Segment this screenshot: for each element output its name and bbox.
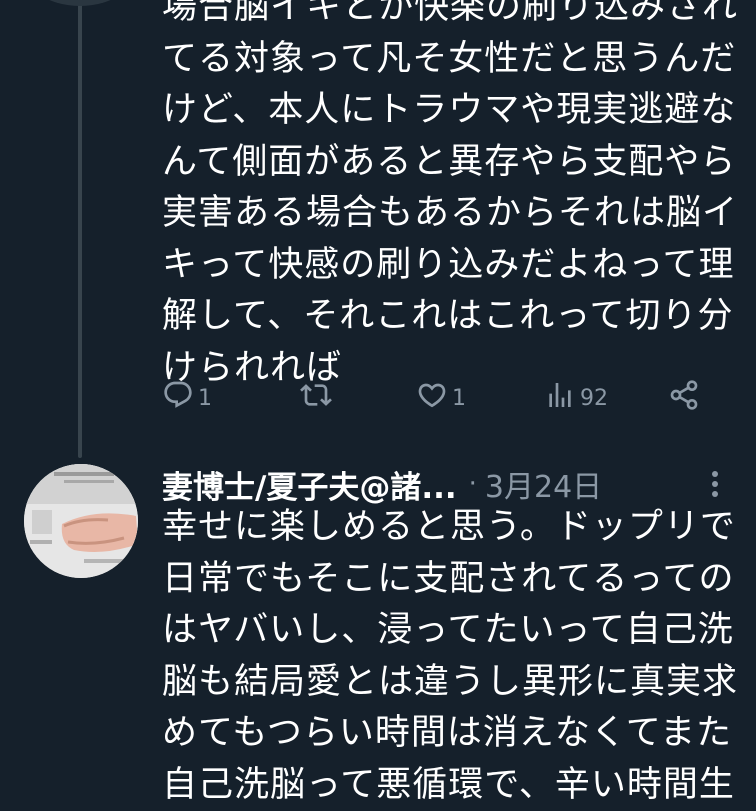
tweet-text-line: 実害ある場合もあるからそれは脳イ	[162, 188, 742, 240]
avatar-image	[24, 464, 138, 578]
heart-icon	[416, 379, 448, 417]
header-separator: ·	[469, 469, 477, 499]
tweet-text-line: 自己洗脳って悪循環で、辛い時間生	[162, 760, 742, 811]
retweet-button[interactable]	[300, 376, 336, 420]
tweet-text-line: てる対象って凡そ女性だと思うんだ	[162, 34, 742, 86]
like-count: 1	[452, 386, 466, 411]
tweet-text-line: 幸せに楽しめると思う。ドップリで	[162, 502, 742, 554]
avatar[interactable]	[20, 0, 140, 6]
tweet-header: 妻博士/夏子夫@諸... · 3月24日	[162, 461, 742, 507]
views-icon	[544, 379, 576, 417]
reply-button[interactable]: 1	[162, 376, 212, 420]
like-button[interactable]: 1	[416, 376, 466, 420]
tweet-text-line: めてもつらい時間は消えなくてまた	[162, 708, 742, 760]
tweet-text-line: 場合脳イキとか快楽の刷り込みされ	[162, 0, 742, 34]
more-button[interactable]	[700, 464, 730, 504]
tweet-text-line: 解して、それこれはこれって切り分	[162, 291, 742, 343]
tweet-text: 幸せに楽しめると思う。ドップリで日常でもそこに支配されてるってのはヤバいし、浸っ…	[162, 502, 742, 811]
tweet-actions: 1 1 92	[162, 376, 722, 420]
author-name[interactable]: 妻博士/夏子夫@諸...	[162, 462, 457, 507]
retweet-icon	[300, 379, 332, 417]
tweet-text-line: んて側面があると異存やら支配やら	[162, 137, 742, 189]
tweet-date[interactable]: 3月24日	[485, 462, 602, 506]
tweet-text-line: けど、本人にトラウマや現実逃避な	[162, 85, 742, 137]
tweet-text-line: キって快感の刷り込みだよねって理	[162, 240, 742, 292]
tweet-text-line: 脳も結局愛とは違うし異形に真実求	[162, 657, 742, 709]
tweet-text: 場合脳イキとか快楽の刷り込みされてる対象って凡そ女性だと思うんだけど、本人にトラ…	[162, 0, 742, 394]
views-count: 92	[580, 386, 608, 411]
tweet-text-line: 日常でもそこに支配されてるっての	[162, 554, 742, 606]
share-button[interactable]	[668, 376, 700, 420]
reply-icon	[162, 379, 194, 417]
reply-count: 1	[198, 386, 212, 411]
share-icon	[668, 379, 700, 417]
views-button[interactable]: 92	[544, 376, 608, 420]
thread-line	[78, 0, 82, 458]
more-icon	[710, 469, 720, 499]
avatar[interactable]	[24, 464, 138, 578]
tweet-text-line: はヤバいし、浸ってたいって自己洗	[162, 605, 742, 657]
